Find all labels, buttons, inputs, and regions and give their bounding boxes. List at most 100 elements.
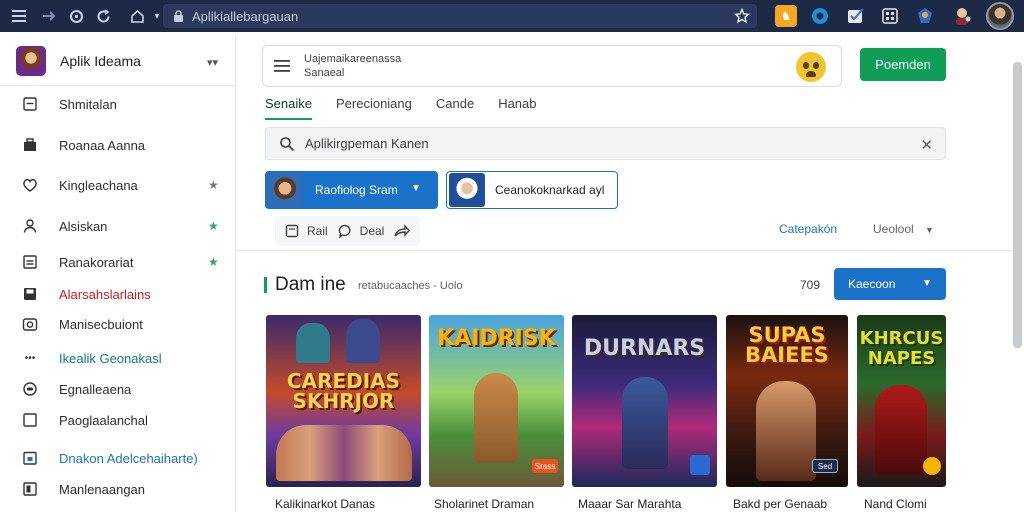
- sidebar-item-kingleachana[interactable]: Kingleachana ★: [0, 170, 235, 200]
- extension-shield-icon[interactable]: [914, 5, 936, 27]
- section-action-button[interactable]: Kaecoon ▼: [834, 268, 946, 300]
- panel-icon: [21, 480, 39, 498]
- game-title[interactable]: Maaar Sar Marahta: [578, 497, 681, 511]
- category-link[interactable]: Catepakón: [779, 222, 837, 236]
- heart-icon: [21, 176, 39, 194]
- extension-grid-icon[interactable]: [879, 5, 901, 27]
- comment-icon: [338, 224, 351, 238]
- primary-action-button[interactable]: Poemden: [860, 48, 946, 81]
- tab-perecioniang[interactable]: Perecioniang: [336, 96, 412, 120]
- sidebar-item-label: Paoglaalanchal: [59, 412, 148, 428]
- pin-star-icon[interactable]: ★: [208, 178, 219, 192]
- sidebar-item-alarsahslarlains[interactable]: Alarsahslarlains: [0, 279, 235, 309]
- emoji-badge-icon: [923, 457, 941, 475]
- menu-icon[interactable]: [8, 5, 30, 27]
- sort-label: Ueolool: [873, 222, 914, 236]
- tab-hanab[interactable]: Hanab: [498, 96, 536, 120]
- bookmark-star-icon[interactable]: [731, 5, 753, 27]
- sidebar: Aplik Ideama ▾▾ Shmitalan Roanaa Aanna K…: [0, 36, 236, 512]
- header-card: Uajemaikareenassa Sanaeal: [262, 45, 842, 87]
- game-cover-title: KHRCUS NAPES: [859, 328, 944, 369]
- app-title: Aplik Ideama: [60, 52, 141, 69]
- sidebar-item-manisecbuiont[interactable]: Manisecbuiont: [0, 309, 235, 339]
- square-icon: [21, 411, 39, 429]
- deal-action[interactable]: Deal: [338, 224, 385, 238]
- extension-puzzle-icon[interactable]: ♞: [775, 5, 797, 27]
- rail-action[interactable]: Rail: [285, 224, 328, 238]
- sidebar-item-egnalleaena[interactable]: Egnalleaena: [0, 374, 235, 404]
- profile-avatar[interactable]: [986, 2, 1014, 30]
- filter-chip-secondary[interactable]: Ceanokoknarkad ayl: [446, 171, 618, 209]
- game-title[interactable]: Nand Clomi: [864, 497, 927, 511]
- chevron-down-icon: ▼: [411, 183, 421, 194]
- emoji-face-icon[interactable]: [796, 52, 826, 82]
- sidebar-item-manlenaangan[interactable]: Manlenaangan: [0, 474, 235, 504]
- section-accent: [264, 277, 267, 293]
- save-icon: [21, 285, 39, 303]
- search-icon: [280, 136, 295, 151]
- divider: [237, 250, 1013, 251]
- inbox-icon: [21, 253, 39, 271]
- sidebar-header[interactable]: Aplik Ideama ▾▾: [0, 36, 235, 86]
- game-cover: SUPAS BAIEES Sed: [726, 315, 848, 487]
- game-title[interactable]: Kalikinarkot Danas: [275, 497, 375, 511]
- gamepad-icon: [21, 380, 39, 398]
- sidebar-item-alsiskan[interactable]: Alsiskan ★: [0, 211, 235, 241]
- sidebar-item-label: Ranakorariat: [59, 254, 134, 270]
- tab-cande[interactable]: Cande: [436, 96, 474, 120]
- chip-avatar: [449, 173, 485, 207]
- sidebar-item-label: Alsiskan: [59, 218, 108, 234]
- reload-icon[interactable]: [65, 5, 87, 27]
- deal-label: Deal: [359, 224, 385, 238]
- sidebar-item-shmitalan[interactable]: Shmitalan: [0, 89, 235, 119]
- hamburger-icon[interactable]: [274, 60, 290, 72]
- clear-icon[interactable]: ✕: [920, 136, 933, 154]
- home-icon[interactable]: [126, 5, 148, 27]
- sidebar-item-ikealik-geonakasl[interactable]: ••• Ikealik Geonakasl: [0, 343, 235, 373]
- forward-arrow-icon[interactable]: [38, 5, 60, 27]
- game-title[interactable]: Sholarinet Draman: [434, 497, 534, 511]
- sidebar-item-dnakon[interactable]: Dnakon Adelcehaiharte): [0, 443, 235, 473]
- search-input[interactable]: Aplikirgpeman Kanen ✕: [265, 127, 946, 160]
- chip-label: Raofiolog Sram: [315, 183, 398, 197]
- refresh-icon[interactable]: [92, 5, 114, 27]
- game-cover: KAIDRISK Srass: [429, 315, 564, 487]
- section-subtitle: retabucaaches - Uolo: [358, 280, 463, 292]
- sidebar-item-paoglaalanchal[interactable]: Paoglaalanchal: [0, 405, 235, 435]
- chip-avatar: [267, 173, 303, 207]
- tab-senaike[interactable]: Senaike: [265, 96, 312, 120]
- favorite-star-icon[interactable]: ★: [208, 219, 219, 233]
- camera-icon: [21, 315, 39, 333]
- favorite-star-icon[interactable]: ★: [208, 255, 219, 269]
- share-action[interactable]: [394, 224, 418, 238]
- sidebar-item-roanaa-aanna[interactable]: Roanaa Aanna: [0, 130, 235, 160]
- chevron-down-icon: ▼: [925, 225, 934, 235]
- action-group: Rail Deal: [275, 216, 420, 246]
- dots-icon: •••: [24, 352, 36, 364]
- game-badge: Srass: [532, 459, 558, 473]
- game-cover: CAREDIAS SKHRJOR: [266, 315, 421, 487]
- game-card[interactable]: CAREDIAS SKHRJOR: [266, 315, 421, 487]
- sidebar-item-label: Roanaa Aanna: [59, 137, 146, 153]
- share-arrow-icon: [394, 224, 411, 237]
- tablet-icon: [21, 95, 39, 113]
- address-bar[interactable]: Aplikiallebargauan: [163, 4, 757, 28]
- game-badge: Sed: [812, 459, 838, 473]
- extension-character-icon[interactable]: [951, 5, 973, 27]
- sidebar-item-ranakorariat[interactable]: Ranakorariat ★: [0, 247, 235, 277]
- game-card[interactable]: KAIDRISK Srass: [429, 315, 564, 487]
- filter-chip-primary[interactable]: Raofiolog Sram ▼: [265, 171, 438, 209]
- game-title[interactable]: Bakd per Genaab: [733, 497, 827, 511]
- game-card[interactable]: SUPAS BAIEES Sed: [726, 315, 848, 487]
- chevron-down-icon[interactable]: ▾▾: [207, 56, 218, 69]
- game-cover: DURNARS: [572, 315, 717, 487]
- extension-circle-icon[interactable]: [809, 5, 831, 27]
- game-card[interactable]: DURNARS: [572, 315, 717, 487]
- main-content: Uajemaikareenassa Sanaeal Poemden Senaik…: [237, 36, 1013, 512]
- sort-dropdown[interactable]: Ueolool ▼: [873, 222, 934, 236]
- scrollbar[interactable]: [1013, 62, 1022, 348]
- sidebar-item-label: Shmitalan: [59, 96, 117, 112]
- chevron-down-icon: ▼: [922, 278, 932, 289]
- extension-check-icon[interactable]: [845, 5, 867, 27]
- game-card[interactable]: KHRCUS NAPES: [857, 315, 946, 487]
